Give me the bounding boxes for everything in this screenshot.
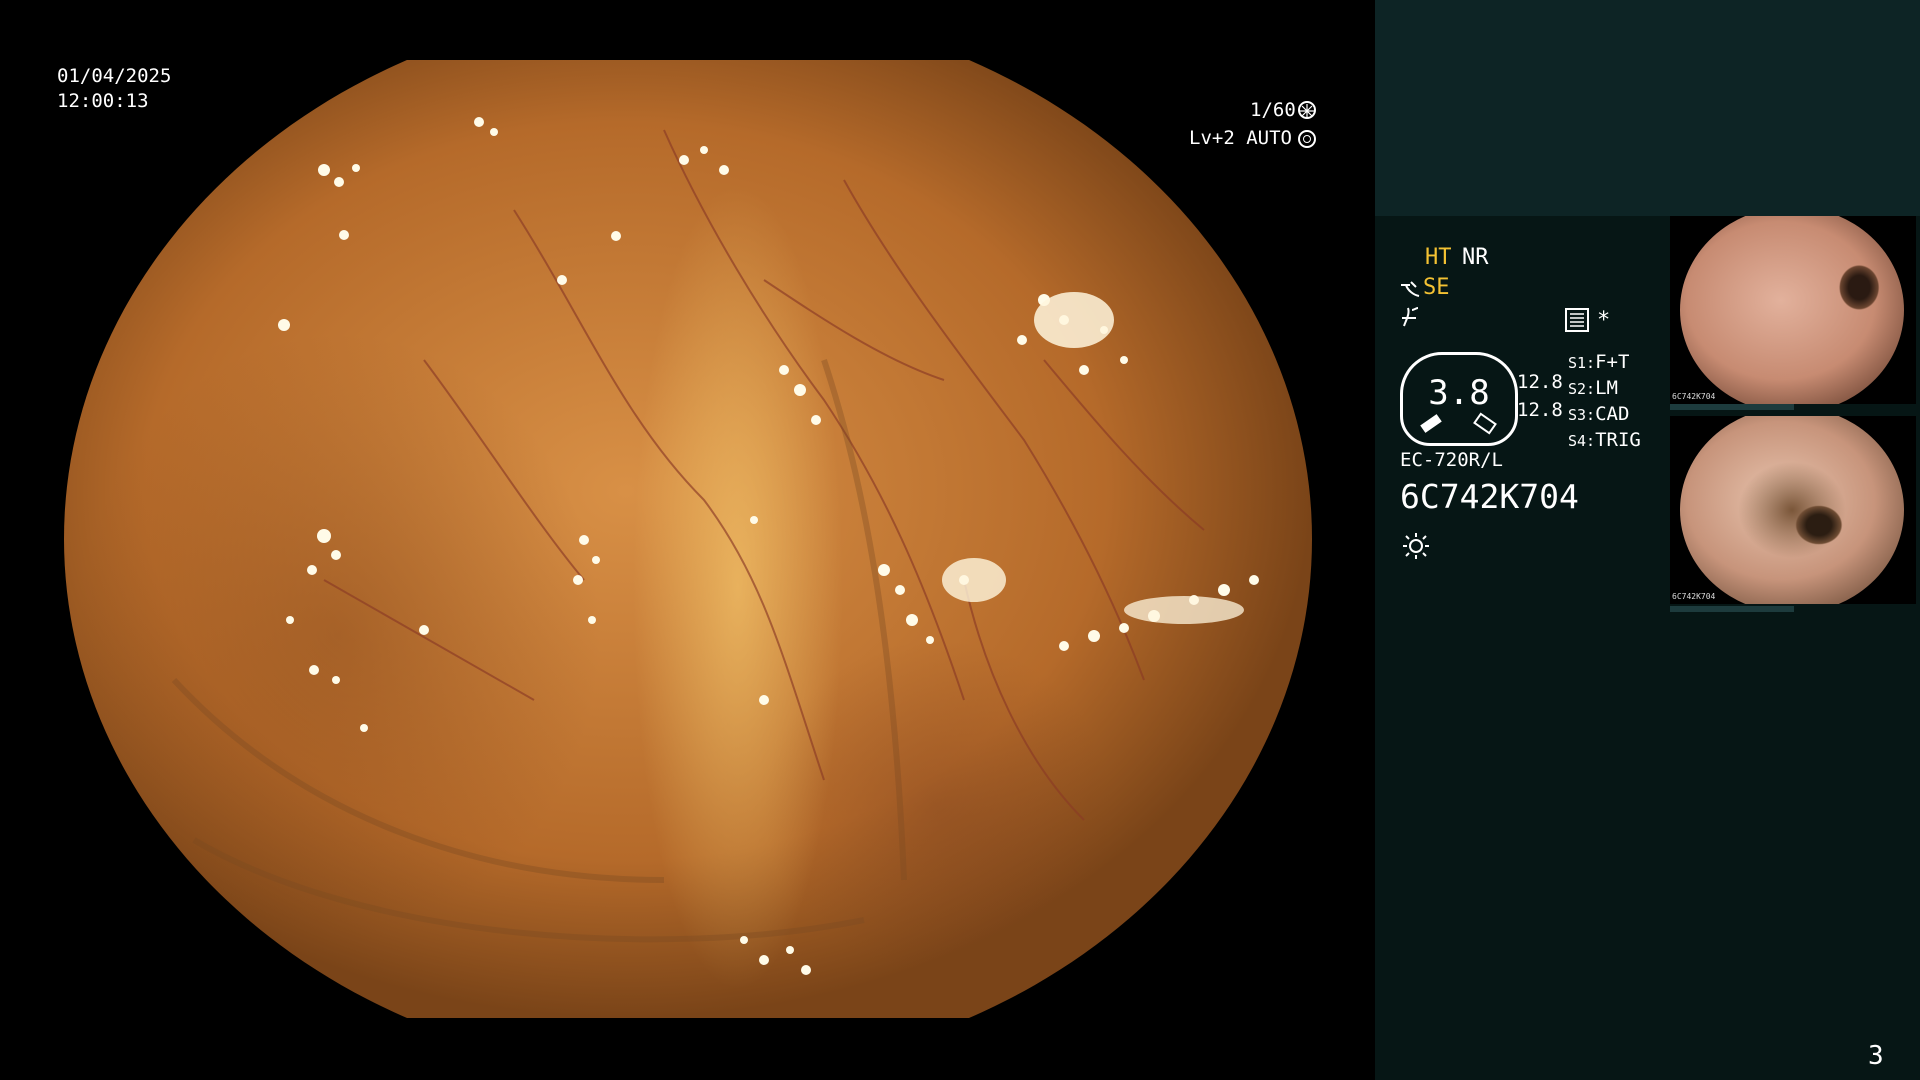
thumbnail-2-bar: [1670, 606, 1794, 612]
switch-row: S4:TRIG: [1568, 428, 1641, 454]
readout-2: 12.8: [1517, 399, 1563, 421]
gauge-value: 3.8: [1428, 373, 1490, 413]
record-icon: [1565, 308, 1589, 332]
switch-id: S3:: [1568, 406, 1596, 424]
switch-value: CAD: [1595, 403, 1630, 425]
brightness-gauge: 3.8: [1400, 352, 1518, 446]
switch-value: LM: [1595, 377, 1618, 399]
scope-serial: 6C742K704: [1400, 477, 1579, 516]
gauge-needle-left: [1420, 414, 1442, 433]
aperture-icon: [1298, 101, 1316, 119]
exam-date: 01/04/2025: [57, 65, 172, 87]
enhance-se: SE: [1423, 275, 1450, 300]
mode-ht: HT: [1425, 245, 1452, 270]
readout-1: 12.8: [1517, 371, 1563, 393]
shutter-readout: 1/60: [1250, 99, 1296, 121]
endoscope-image: [64, 60, 1312, 1018]
switch-list: S1:F+T S2:LM S3:CAD S4:TRIG: [1568, 350, 1641, 454]
switch-value: F+T: [1595, 351, 1630, 373]
switch-value: TRIG: [1595, 429, 1641, 451]
thumbnail-2[interactable]: 6C742K704: [1670, 416, 1916, 604]
thumbnail-1[interactable]: 6C742K704: [1670, 216, 1916, 404]
mode-nr: NR: [1462, 245, 1489, 270]
asterisk-marker: *: [1597, 308, 1611, 333]
scope-model: EC-720R/L: [1400, 449, 1503, 471]
switch-row: S2:LM: [1568, 376, 1641, 402]
iris-readout: Lv+2 AUTO: [1189, 127, 1292, 149]
gauge-needle-right: [1473, 412, 1497, 435]
thumbnail-caption: 6C742K704: [1672, 392, 1716, 401]
thumbnail-caption: 6C742K704: [1672, 592, 1716, 601]
thumbnail-1-bar: [1670, 404, 1794, 410]
page-number: 3: [1868, 1041, 1884, 1071]
switch-id: S1:: [1568, 354, 1596, 372]
thumbnail-2-image: [1680, 416, 1904, 604]
light-icon: [1402, 532, 1430, 560]
mucosa-vessels: [171, 117, 1259, 975]
structure-icon: [1400, 306, 1420, 328]
thumbnail-1-image: [1680, 216, 1904, 404]
zoom-curve-icon: [1400, 279, 1420, 299]
switch-id: S2:: [1568, 380, 1596, 398]
switch-id: S4:: [1568, 432, 1596, 450]
exam-time: 12:00:13: [57, 90, 149, 112]
switch-row: S1:F+T: [1568, 350, 1641, 376]
info-panel-header: [1375, 0, 1920, 216]
switch-row: S3:CAD: [1568, 402, 1641, 428]
iris-icon: [1298, 130, 1316, 148]
